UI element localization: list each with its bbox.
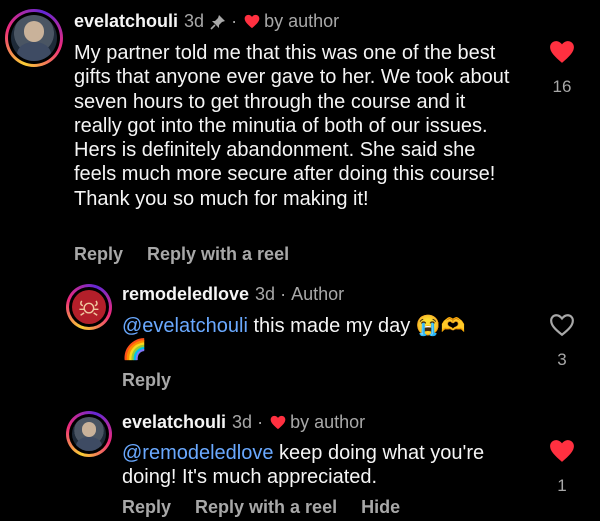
mention-link[interactable]: @evelatchouli (122, 315, 248, 337)
avatar[interactable] (66, 284, 112, 330)
author-badge: Author (291, 284, 345, 304)
mention-link[interactable]: @remodeledlove (122, 442, 274, 464)
like-count: 3 (557, 350, 567, 369)
heart-outline-icon[interactable] (549, 314, 575, 341)
pin-icon (210, 14, 226, 30)
crab-logo (79, 300, 99, 316)
rainbow-emoji: 🌈 (122, 339, 147, 362)
separator-dot: · (231, 11, 238, 31)
comment-actions: Reply Reply with a reel (74, 244, 313, 265)
avatar[interactable] (66, 411, 112, 457)
reply-button[interactable]: Reply (74, 244, 123, 265)
like-count: 1 (557, 476, 567, 495)
like-control: 3 (542, 313, 582, 370)
comment-header: evelatchouli 3d · by author (74, 11, 339, 32)
heart-icon (244, 14, 260, 29)
comment-text: @remodeledlove keep doing what you're do… (122, 442, 485, 489)
like-control: 1 (542, 439, 582, 496)
timestamp: 3d (184, 11, 205, 31)
reply-button[interactable]: Reply (122, 370, 171, 391)
like-control: 16 (542, 40, 582, 97)
hide-button[interactable]: Hide (361, 497, 400, 518)
username[interactable]: evelatchouli (74, 11, 178, 32)
username[interactable]: evelatchouli (122, 412, 226, 433)
liked-by-author-label: by author (264, 11, 340, 31)
username[interactable]: remodeledlove (122, 284, 249, 305)
timestamp: 3d (255, 284, 276, 304)
timestamp: 3d (232, 412, 253, 432)
like-count: 16 (552, 77, 572, 96)
comment-actions: Reply Reply with a reel Hide (122, 497, 424, 518)
comment-text: @evelatchouli this made my day 😭🫶 🌈 (122, 315, 466, 362)
heart-icon[interactable] (549, 41, 575, 68)
reply-with-reel-button[interactable]: Reply with a reel (195, 497, 337, 518)
heart-icon[interactable] (549, 440, 575, 467)
comment-header: remodeledlove 3d · Author (122, 284, 344, 305)
reply-with-reel-button[interactable]: Reply with a reel (147, 244, 289, 265)
comment-text: My partner told me that this was one of … (74, 42, 510, 210)
comment-header: evelatchouli 3d · by author (122, 412, 365, 433)
comment-actions: Reply (122, 370, 195, 391)
separator-dot: · (280, 284, 287, 304)
liked-by-author-label: by author (290, 412, 366, 432)
avatar[interactable] (5, 9, 63, 67)
heart-icon (270, 415, 286, 430)
separator-dot: · (257, 412, 264, 432)
reply-button[interactable]: Reply (122, 497, 171, 518)
